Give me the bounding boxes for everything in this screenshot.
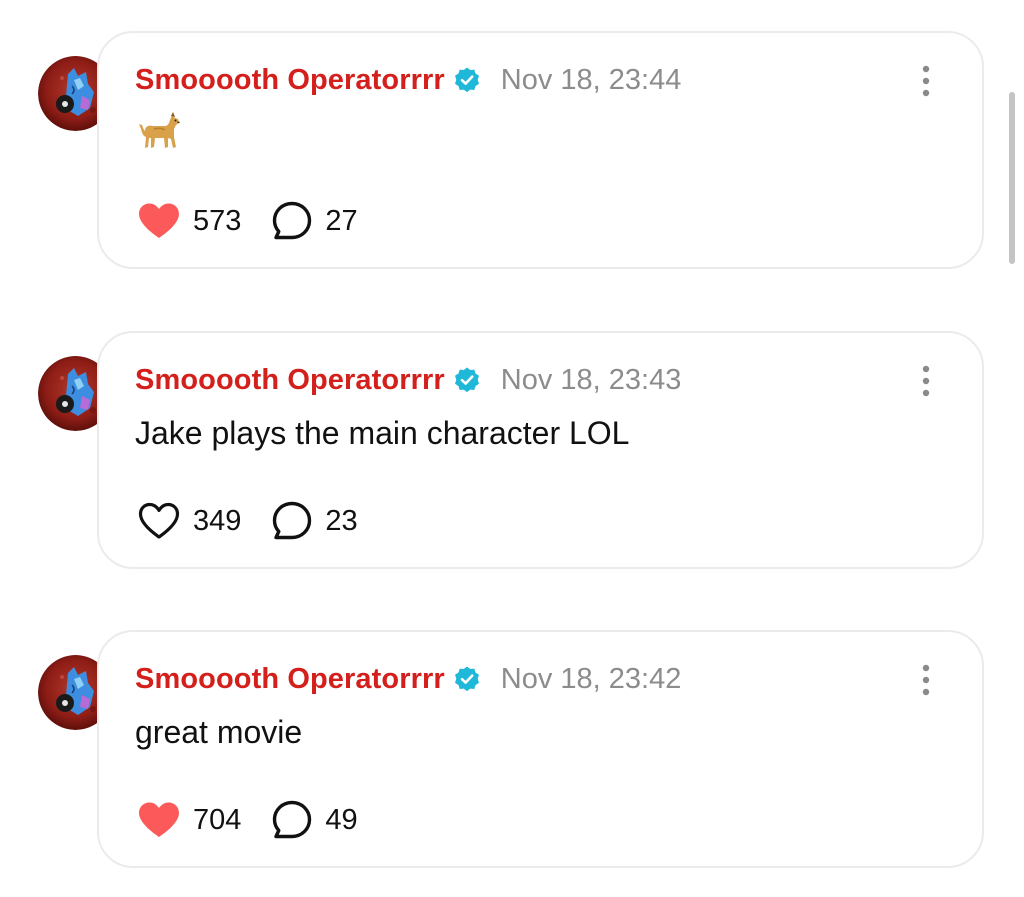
comment-card: Smooooth Operatorrrr Nov 18, 23:42 great… bbox=[97, 630, 984, 868]
like-count: 349 bbox=[193, 504, 242, 537]
heart-icon bbox=[137, 800, 181, 840]
like-button[interactable]: 573 bbox=[137, 201, 241, 241]
reply-button[interactable]: 27 bbox=[271, 200, 358, 242]
username[interactable]: Smooooth Operatorrrr bbox=[135, 663, 445, 696]
dog-emoji bbox=[137, 109, 183, 155]
comment-header: Smooooth Operatorrrr Nov 18, 23:42 bbox=[135, 656, 681, 702]
timestamp: Nov 18, 23:43 bbox=[500, 363, 682, 396]
reply-count: 49 bbox=[325, 803, 358, 836]
like-count: 573 bbox=[193, 204, 242, 237]
like-count: 704 bbox=[193, 803, 242, 836]
verified-badge-icon bbox=[453, 66, 481, 94]
timestamp: Nov 18, 23:42 bbox=[500, 662, 682, 695]
verified-badge-icon bbox=[453, 366, 481, 394]
heart-icon bbox=[137, 201, 181, 241]
comment-text: great movie bbox=[135, 714, 303, 750]
reply-count: 23 bbox=[325, 504, 358, 537]
comment-item: Smooooth Operatorrrr Nov 18, 23:44 573 2… bbox=[0, 31, 1024, 271]
comment-card: Smooooth Operatorrrr Nov 18, 23:43 Jake … bbox=[97, 331, 984, 569]
reply-count: 27 bbox=[325, 204, 358, 237]
comment-item: Smooooth Operatorrrr Nov 18, 23:42 great… bbox=[0, 630, 1024, 870]
username[interactable]: Smooooth Operatorrrr bbox=[135, 64, 445, 97]
more-vertical-icon[interactable] bbox=[914, 662, 938, 698]
heart-outline-icon bbox=[137, 501, 181, 541]
like-button[interactable]: 349 bbox=[137, 501, 241, 541]
comment-bubble-icon bbox=[271, 799, 313, 841]
comment-header: Smooooth Operatorrrr Nov 18, 23:44 bbox=[135, 57, 681, 103]
comment-header: Smooooth Operatorrrr Nov 18, 23:43 bbox=[135, 357, 681, 403]
reply-button[interactable]: 49 bbox=[271, 799, 358, 841]
comment-actions: 573 27 bbox=[137, 200, 358, 242]
comment-actions: 704 49 bbox=[137, 799, 358, 841]
more-vertical-icon[interactable] bbox=[914, 363, 938, 399]
like-button[interactable]: 704 bbox=[137, 800, 241, 840]
reply-button[interactable]: 23 bbox=[271, 500, 358, 542]
comment-text: Jake plays the main character LOL bbox=[135, 415, 630, 451]
username[interactable]: Smooooth Operatorrrr bbox=[135, 364, 445, 397]
comment-bubble-icon bbox=[271, 500, 313, 542]
verified-badge-icon bbox=[453, 665, 481, 693]
more-vertical-icon[interactable] bbox=[914, 63, 938, 99]
comment-item: Smooooth Operatorrrr Nov 18, 23:43 Jake … bbox=[0, 331, 1024, 571]
comment-actions: 349 23 bbox=[137, 500, 358, 542]
timestamp: Nov 18, 23:44 bbox=[500, 63, 682, 96]
comment-bubble-icon bbox=[271, 200, 313, 242]
comment-card: Smooooth Operatorrrr Nov 18, 23:44 573 2… bbox=[97, 31, 984, 269]
